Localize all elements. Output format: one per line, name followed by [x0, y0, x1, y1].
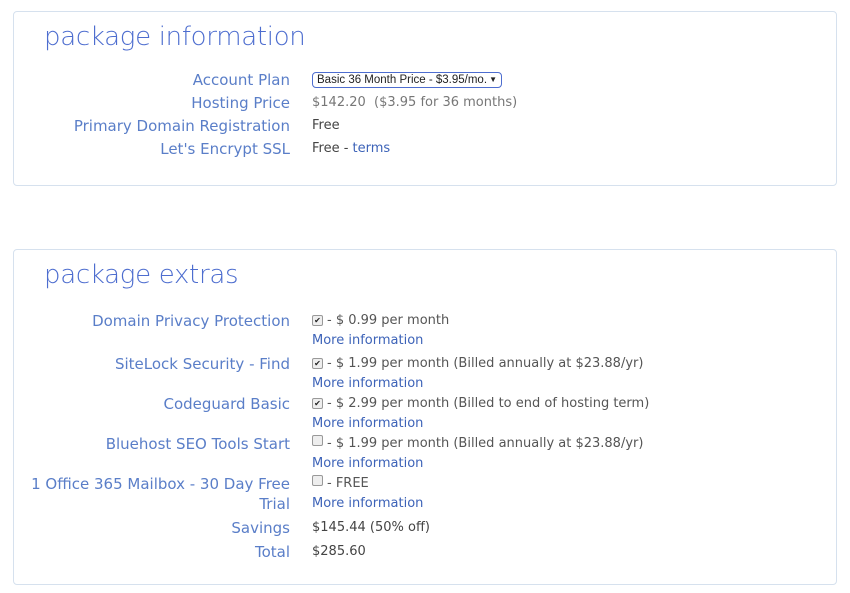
- extra-item-label: Codeguard Basic: [163, 395, 290, 413]
- package-information-card: package information Account Plan Basic 3…: [13, 11, 837, 186]
- ssl-label: Let's Encrypt SSL: [160, 140, 290, 158]
- extra-price: - $ 2.99 per month (Billed to end of hos…: [327, 396, 650, 411]
- extra-item-row: Bluehost SEO Tools Start - $ 1.99 per mo…: [14, 434, 836, 474]
- section-title: package information: [44, 22, 306, 52]
- more-information-link[interactable]: More information: [312, 496, 423, 511]
- extra-item-label: 1 Office 365 Mailbox - 30 Day Free Trial: [31, 475, 290, 513]
- account-plan-label: Account Plan: [192, 71, 290, 89]
- savings-value: $145.44 (50% off): [312, 520, 430, 535]
- package-extras-card: package extras Domain Privacy Protection…: [13, 249, 837, 585]
- extra-checkbox[interactable]: ✔: [312, 358, 323, 369]
- extra-item-row: Domain Privacy Protection ✔ - $ 0.99 per …: [14, 311, 836, 354]
- total-label: Total: [254, 543, 290, 561]
- extra-checkbox[interactable]: ✔: [312, 398, 323, 409]
- domain-value: Free: [312, 118, 340, 133]
- more-information-link[interactable]: More information: [312, 416, 423, 431]
- ssl-row: Let's Encrypt SSL Free - terms: [14, 139, 836, 162]
- extra-checkbox[interactable]: ✔: [312, 315, 323, 326]
- dropdown-arrow-icon: ▼: [489, 75, 497, 84]
- total-value: $285.60: [312, 544, 366, 559]
- extra-price: - $ 1.99 per month (Billed annually at $…: [327, 356, 644, 371]
- extra-item-row: 1 Office 365 Mailbox - 30 Day Free Trial…: [14, 474, 836, 518]
- hosting-price-value: $142.20: [312, 95, 366, 110]
- hosting-price-label: Hosting Price: [191, 94, 290, 112]
- extra-item-label: SiteLock Security - Find: [114, 355, 290, 373]
- extra-item-row: SiteLock Security - Find ✔ - $ 1.99 per m…: [14, 354, 836, 394]
- more-information-link[interactable]: More information: [312, 456, 423, 471]
- savings-row: Savings $145.44 (50% off): [14, 518, 836, 542]
- domain-label: Primary Domain Registration: [73, 117, 290, 135]
- extra-item-label: Bluehost SEO Tools Start: [105, 435, 290, 453]
- account-plan-row: Account Plan Basic 36 Month Price - $3.9…: [14, 70, 836, 93]
- extra-price: - $ 1.99 per month (Billed annually at $…: [327, 436, 644, 451]
- extra-item-label: Domain Privacy Protection: [92, 312, 290, 330]
- extra-item-row: Codeguard Basic ✔ - $ 2.99 per month (Bil…: [14, 394, 836, 434]
- hosting-price-note: ($3.95 for 36 months): [374, 95, 518, 110]
- terms-link[interactable]: terms: [353, 141, 391, 156]
- more-information-link[interactable]: More information: [312, 333, 423, 348]
- ssl-value: Free -: [312, 141, 353, 156]
- selected-value: Basic 36 Month Price - $3.95/mo.: [317, 74, 488, 86]
- more-information-link[interactable]: More information: [312, 376, 423, 391]
- extra-checkbox[interactable]: [312, 475, 323, 486]
- extra-checkbox[interactable]: [312, 435, 323, 446]
- account-plan-select[interactable]: Basic 36 Month Price - $3.95/mo. ▼: [312, 72, 502, 88]
- total-row: Total $285.60: [14, 542, 836, 566]
- extra-price: - FREE: [327, 476, 369, 491]
- savings-label: Savings: [231, 519, 290, 537]
- hosting-price-row: Hosting Price $142.20 ($3.95 for 36 mont…: [14, 93, 836, 116]
- extra-price: - $ 0.99 per month: [327, 313, 450, 328]
- domain-row: Primary Domain Registration Free: [14, 116, 836, 139]
- section-title: package extras: [44, 260, 239, 290]
